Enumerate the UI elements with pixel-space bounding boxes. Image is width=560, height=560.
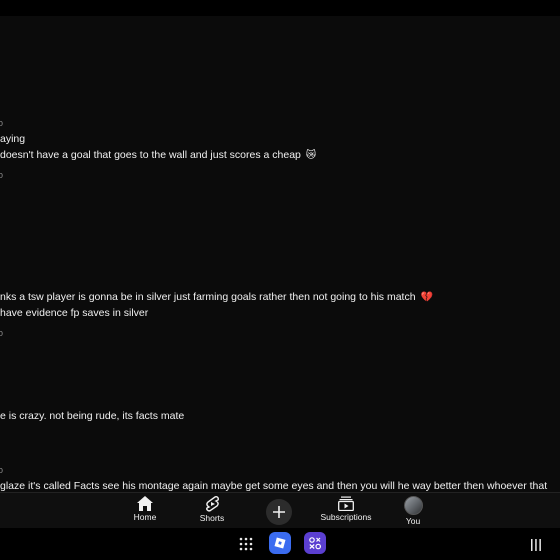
nav-home[interactable]: Home xyxy=(110,496,180,522)
crying-cat-emoji: 😿 xyxy=(305,150,317,161)
status-bar xyxy=(0,0,560,16)
system-taskbar xyxy=(0,528,560,560)
subscriptions-icon xyxy=(338,496,354,511)
comment-2-line-1: nks a tsw player is gonna be in silver j… xyxy=(0,290,433,305)
nav-shorts-label: Shorts xyxy=(199,513,225,523)
recents-button[interactable] xyxy=(530,538,542,556)
bottom-navigation: Home Shorts Subscriptions You xyxy=(0,492,560,529)
plus-icon xyxy=(273,506,285,518)
recents-icon xyxy=(531,539,541,551)
avatar xyxy=(403,496,423,515)
comments-list[interactable]: o aying doesn't have a goal that goes to… xyxy=(0,16,560,492)
grid-icon xyxy=(239,537,253,551)
nav-you-label: You xyxy=(405,516,421,526)
comment-meta-dot: o xyxy=(0,170,4,180)
screen: o aying doesn't have a goal that goes to… xyxy=(0,0,560,560)
nav-shorts[interactable]: Shorts xyxy=(177,496,247,523)
comment-1-line-2: doesn't have a goal that goes to the wal… xyxy=(0,148,316,163)
comment-2-text: nks a tsw player is gonna be in silver j… xyxy=(0,291,416,303)
comment-4-line-1: glaze it's called Facts see his montage … xyxy=(0,480,548,492)
apps-grid-button[interactable] xyxy=(239,537,253,556)
nav-subscriptions[interactable]: Subscriptions xyxy=(311,496,381,522)
comment-2-line-2: have evidence fp saves in silver xyxy=(0,307,149,319)
nav-subscriptions-label: Subscriptions xyxy=(320,512,372,522)
comment-meta-dot: o xyxy=(0,465,4,475)
comment-1-text: doesn't have a goal that goes to the wal… xyxy=(0,149,301,161)
comment-meta-dot: o xyxy=(0,328,4,338)
nav-you[interactable]: You xyxy=(378,496,448,526)
comment-3-line-1: e is crazy. not being rude, its facts ma… xyxy=(0,410,185,422)
nav-home-label: Home xyxy=(133,512,157,522)
game-controller-icon xyxy=(304,532,326,554)
create-button[interactable] xyxy=(266,499,292,525)
roblox-app-button[interactable] xyxy=(269,532,291,554)
roblox-icon xyxy=(269,532,291,554)
shorts-icon xyxy=(205,496,219,512)
comment-1-line-1: aying xyxy=(0,133,26,145)
home-icon xyxy=(137,496,153,511)
game-app-button[interactable] xyxy=(304,532,326,554)
comment-meta-dot: o xyxy=(0,118,4,128)
broken-heart-emoji: 💔 xyxy=(420,292,433,303)
